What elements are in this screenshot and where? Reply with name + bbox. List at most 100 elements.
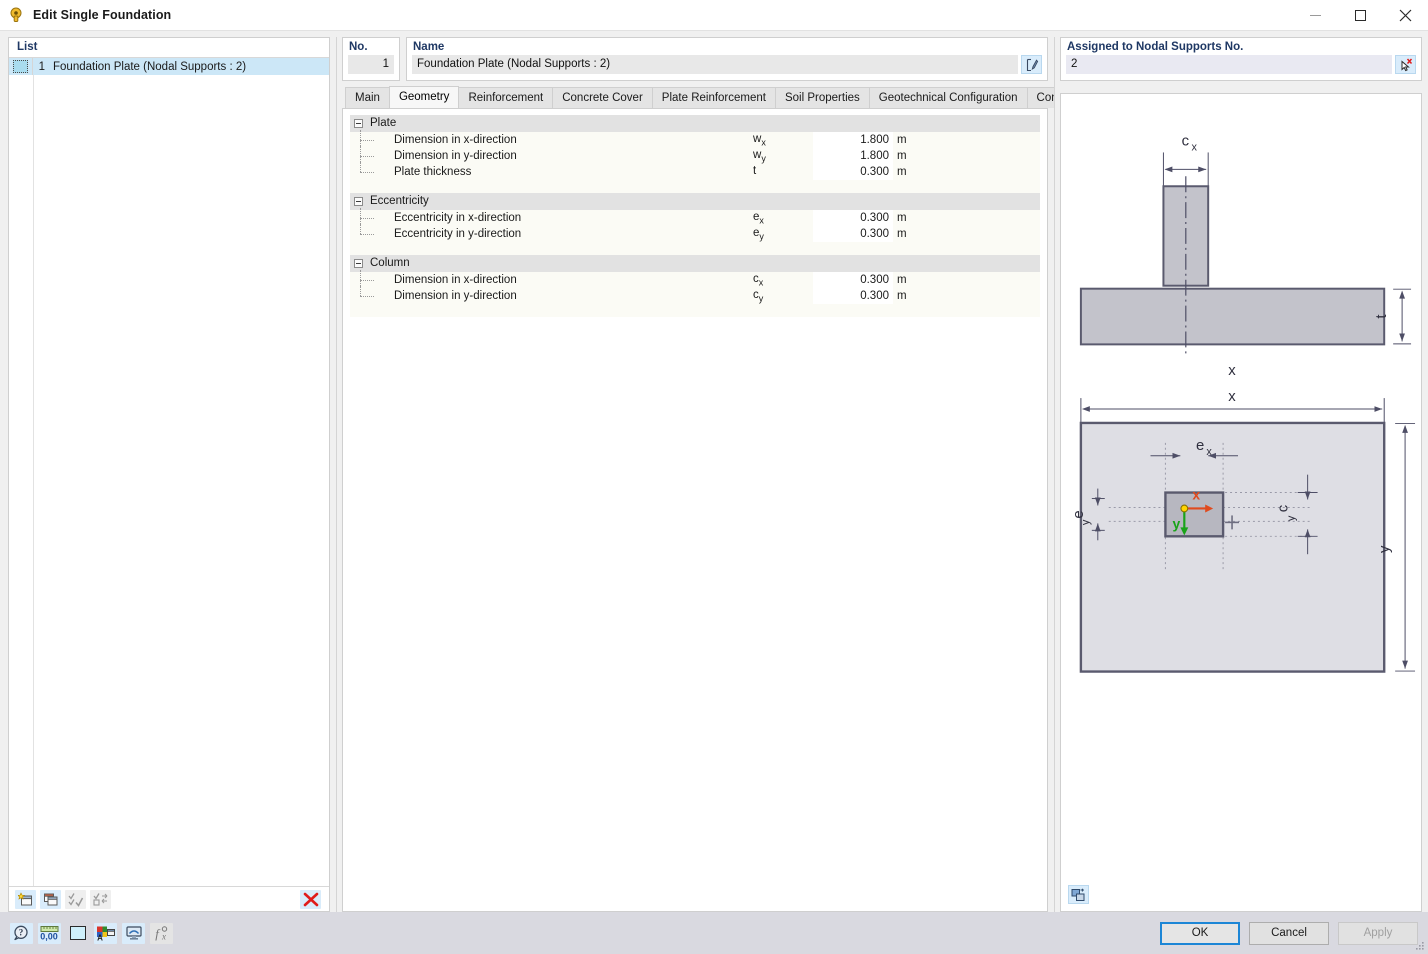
list-item[interactable]: 1 Foundation Plate (Nodal Supports : 2) <box>9 58 329 75</box>
tab-reinforcement[interactable]: Reinforcement <box>458 87 554 108</box>
tree-connector <box>350 146 394 166</box>
svg-text:y: y <box>1080 519 1092 525</box>
footer-tool-buttons: ? 0,00 A f x <box>10 922 173 944</box>
function-icon: f x <box>155 926 168 942</box>
table-row[interactable]: Plate thickness t 0.300 m <box>350 162 1040 180</box>
list-item-color-cell[interactable] <box>9 58 33 75</box>
maximize-button[interactable] <box>1338 0 1383 31</box>
name-input[interactable] <box>412 55 1018 74</box>
dialog-body: List 1 Foundation Plate (Nodal Supports … <box>0 31 1428 912</box>
svg-text:x: x <box>1192 141 1198 153</box>
row-unit: m <box>893 272 915 288</box>
tab-geometry[interactable]: Geometry <box>388 86 460 108</box>
ok-button[interactable]: OK <box>1160 921 1240 945</box>
tab-plate-reinforcement[interactable]: Plate Reinforcement <box>651 87 776 108</box>
table-row[interactable]: Eccentricity in y-direction ey 0.300 m <box>350 224 1040 242</box>
svg-text:e: e <box>1196 438 1204 454</box>
select-all-button[interactable] <box>65 889 86 909</box>
tab-soil-properties[interactable]: Soil Properties <box>774 87 870 108</box>
render-mode-button[interactable] <box>1068 885 1089 904</box>
row-filler <box>915 226 1040 242</box>
table-row[interactable]: Eccentricity in x-direction ex 0.300 m <box>350 208 1040 228</box>
row-value[interactable]: 0.300 <box>813 288 893 304</box>
close-button[interactable] <box>1383 0 1428 31</box>
svg-text:x: x <box>1228 389 1236 405</box>
group-spacer <box>350 242 1040 255</box>
tree-connector <box>350 224 394 242</box>
function-button[interactable]: f x <box>150 922 173 944</box>
list-item-label: Foundation Plate (Nodal Supports : 2) <box>53 60 247 73</box>
axis-x-label: x <box>1192 487 1200 503</box>
row-value[interactable]: 0.300 <box>813 226 893 242</box>
assigned-field: Assigned to Nodal Supports No. <box>1060 37 1422 81</box>
group-spacer <box>350 180 1040 193</box>
resize-grip-icon[interactable] <box>1414 940 1426 952</box>
row-value[interactable]: 1.800 <box>813 132 893 148</box>
display-properties-icon: A <box>97 926 115 941</box>
number-format-button[interactable]: 0,00 <box>38 922 61 944</box>
edit-single-foundation-dialog: Edit Single Foundation List 1 Foundation… <box>0 0 1428 954</box>
view-mode-button[interactable] <box>122 922 145 944</box>
row-unit: m <box>893 288 915 304</box>
table-row[interactable]: Dimension in x-direction cx 0.300 m <box>350 270 1040 290</box>
name-edit-button[interactable] <box>1021 55 1042 74</box>
copy-item-button[interactable] <box>40 889 61 909</box>
group-title: Eccentricity <box>370 195 429 208</box>
delete-item-button[interactable] <box>300 889 321 909</box>
display-properties-button[interactable]: A <box>94 922 117 944</box>
svg-text:?: ? <box>19 928 24 938</box>
new-item-button[interactable] <box>15 889 36 909</box>
group-header-eccentricity[interactable]: Eccentricity <box>350 193 1040 210</box>
assigned-field-group: Assigned to Nodal Supports No. <box>1060 37 1422 93</box>
invert-check-icon <box>92 892 107 906</box>
table-row[interactable]: Dimension in y-direction cy 0.300 m <box>350 286 1040 304</box>
group-header-plate[interactable]: Plate <box>350 115 1040 132</box>
row-unit: m <box>893 210 915 226</box>
row-filler <box>915 272 1040 288</box>
copy-window-icon <box>43 893 57 905</box>
table-row[interactable]: Dimension in y-direction wy 1.800 m <box>350 146 1040 166</box>
svg-text:x: x <box>161 932 166 942</box>
svg-text:e: e <box>1071 510 1087 518</box>
row-value[interactable]: 0.300 <box>813 210 893 226</box>
row-description: Dimension in y-direction <box>394 290 517 302</box>
help-button[interactable]: ? <box>10 922 33 944</box>
assigned-pick-button[interactable] <box>1395 55 1416 74</box>
row-value[interactable]: 0.300 <box>813 272 893 288</box>
invert-selection-button[interactable] <box>90 889 111 909</box>
minimize-button[interactable] <box>1293 0 1338 31</box>
origin-point <box>1180 504 1189 513</box>
list-item-number: 1 <box>38 60 45 73</box>
apply-button[interactable]: Apply <box>1338 921 1418 945</box>
collapse-toggle-icon[interactable] <box>354 196 363 206</box>
number-input[interactable] <box>348 55 394 74</box>
row-description: Dimension in x-direction <box>394 274 517 286</box>
tab-geotechnical-configuration[interactable]: Geotechnical Configuration <box>868 87 1028 108</box>
tab-concrete-cover[interactable]: Concrete Cover <box>552 87 653 108</box>
collapse-toggle-icon[interactable] <box>354 118 363 128</box>
number-format-icon: 0,00 <box>40 926 59 941</box>
svg-text:A: A <box>97 933 103 941</box>
list-header: List <box>9 38 329 58</box>
row-unit: m <box>893 132 915 148</box>
label-x-elevation: x <box>1228 363 1236 379</box>
row-description: Eccentricity in y-direction <box>394 228 522 240</box>
group-header-column[interactable]: Column <box>350 255 1040 272</box>
row-symbol-subscript: x <box>759 215 764 226</box>
row-value[interactable]: 1.800 <box>813 148 893 164</box>
collapse-toggle-icon[interactable] <box>354 258 363 268</box>
tab-main[interactable]: Main <box>345 87 390 108</box>
number-field-group: No. <box>342 37 400 81</box>
new-window-icon <box>17 891 32 905</box>
row-filler <box>915 148 1040 164</box>
assigned-nodal-supports-input[interactable] <box>1066 55 1392 74</box>
render-mode-icon <box>1071 887 1085 901</box>
row-value[interactable]: 0.300 <box>813 164 893 180</box>
help-icon: ? <box>14 925 28 941</box>
cancel-button[interactable]: Cancel <box>1249 921 1329 945</box>
color-swatch-button[interactable] <box>66 923 89 944</box>
row-filler <box>915 288 1040 304</box>
dimension-x-plan: x <box>1080 389 1385 425</box>
table-row[interactable]: Dimension in x-direction wx 1.800 m <box>350 130 1040 150</box>
row-symbol-subscript: y <box>761 153 766 164</box>
